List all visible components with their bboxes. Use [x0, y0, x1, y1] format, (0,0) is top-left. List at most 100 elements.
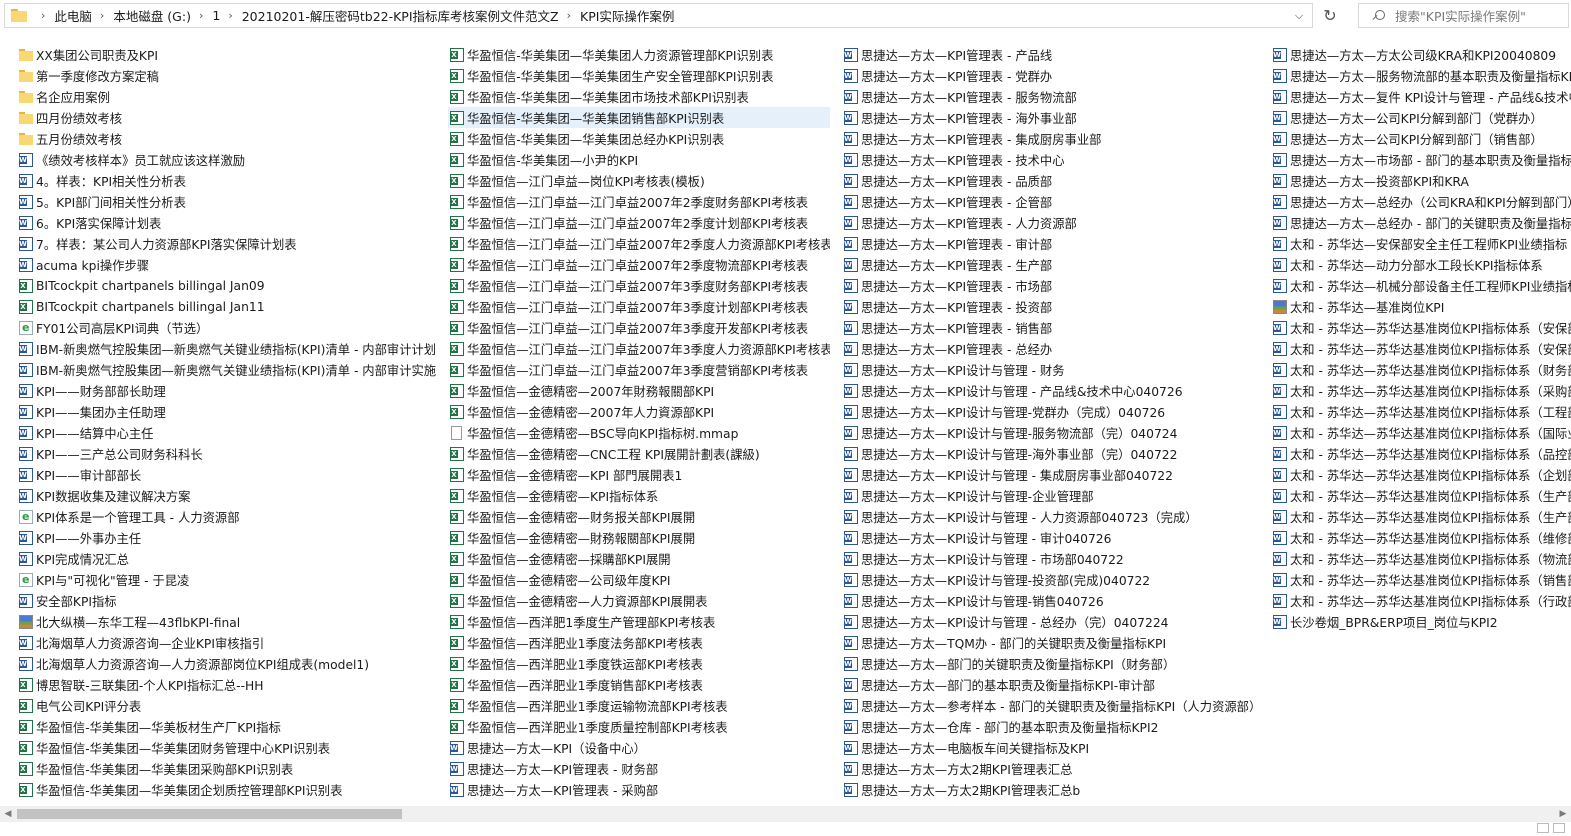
- file-item[interactable]: 思捷达—方太—KPI管理表 - 服务物流部: [842, 86, 1262, 107]
- file-item[interactable]: 思捷达—方太—KPI管理表 - 销售部: [842, 317, 1262, 338]
- file-item[interactable]: KPI数据收集及建议解决方案: [17, 485, 437, 506]
- file-item[interactable]: 太和 - 苏华达—苏华达基准岗位KPI指标体系（安保部）: [1271, 317, 1571, 338]
- file-item[interactable]: 思捷达—方太—方太2期KPI管理表汇总: [842, 758, 1262, 779]
- file-item[interactable]: 太和 - 苏华达—苏华达基准岗位KPI指标体系（行政部）: [1271, 590, 1571, 611]
- file-item[interactable]: 太和 - 苏华达—苏华达基准岗位KPI指标体系（维修部）: [1271, 527, 1571, 548]
- file-item[interactable]: 太和 - 苏华达—苏华达基准岗位KPI指标体系（生产部2）: [1271, 506, 1571, 527]
- file-item[interactable]: 华盈恒信-华美集团—华美集团生产安全管理部KPI识别表: [448, 65, 830, 86]
- file-item[interactable]: 思捷达—方太—KPI设计与管理-投资部(完成)040722: [842, 569, 1262, 590]
- file-item[interactable]: KPI——结算中心主任: [17, 422, 437, 443]
- file-item[interactable]: 华盈恒信—江门卓益—江门卓益2007年3季度人力资源部KPI考核表: [448, 338, 830, 359]
- file-item[interactable]: 思捷达—方太—总经办（公司KRA和KPI分解到部门）: [1271, 191, 1571, 212]
- file-item[interactable]: 思捷达—方太—KPI设计与管理 - 集成厨房事业部040722: [842, 464, 1262, 485]
- file-item[interactable]: 华盈恒信—金德精密—公司级年度KPI: [448, 569, 830, 590]
- file-item[interactable]: 思捷达—方太—公司KPI分解到部门（党群办）: [1271, 107, 1571, 128]
- folder-item[interactable]: 第一季度修改方案定稿: [17, 65, 437, 86]
- chevron-right-icon[interactable]: ›: [567, 9, 571, 22]
- file-item[interactable]: 华盈恒信—金德精密—KPI 部門展開表1: [448, 464, 830, 485]
- file-item[interactable]: 思捷达—方太—电脑板车间关键指标及KPI: [842, 737, 1262, 758]
- file-item[interactable]: 思捷达—方太—复件 KPI设计与管理 - 产品线&技术中心: [1271, 86, 1571, 107]
- file-item[interactable]: 思捷达—方太—部门的基本职责及衡量指标KPI-审计部: [842, 674, 1262, 695]
- file-item[interactable]: 思捷达—方太—KPI管理表 - 总经办: [842, 338, 1262, 359]
- scrollbar-thumb[interactable]: [17, 809, 402, 819]
- chevron-right-icon[interactable]: ›: [41, 9, 45, 22]
- file-item[interactable]: 思捷达—方太—部门的关键职责及衡量指标KPI（财务部）: [842, 653, 1262, 674]
- file-item[interactable]: 思捷达—方太—投资部KPI和KRA: [1271, 170, 1571, 191]
- file-item[interactable]: KPI与"可视化"管理 - 于昆凌: [17, 569, 437, 590]
- file-item[interactable]: 华盈恒信—金德精密—2007年財務報關部KPI: [448, 380, 830, 401]
- file-item[interactable]: KPI——审计部部长: [17, 464, 437, 485]
- file-item[interactable]: 思捷达—方太—KPI管理表 - 品质部: [842, 170, 1262, 191]
- file-item[interactable]: 思捷达—方太—KPI管理表 - 市场部: [842, 275, 1262, 296]
- file-item[interactable]: 思捷达—方太—KPI管理表 - 技术中心: [842, 149, 1262, 170]
- file-item[interactable]: 思捷达—方太—KPI设计与管理-企业管理部: [842, 485, 1262, 506]
- file-item[interactable]: 长沙卷烟_BPR&ERP项目_岗位与KPI2: [1271, 611, 1571, 632]
- file-item[interactable]: 思捷达—方太—KPI管理表 - 投资部: [842, 296, 1262, 317]
- file-item[interactable]: 华盈恒信—江门卓益—江门卓益2007年3季度开发部KPI考核表: [448, 317, 830, 338]
- file-item[interactable]: 思捷达—方太—KPI管理表 - 集成厨房事业部: [842, 128, 1262, 149]
- file-item[interactable]: 太和 - 苏华达—苏华达基准岗位KPI指标体系（物流部）: [1271, 548, 1571, 569]
- file-item[interactable]: BITcockpit chartpanels billingal Jan11: [17, 296, 437, 317]
- file-item[interactable]: 太和 - 苏华达—苏华达基准岗位KPI指标体系（国际业务部）: [1271, 422, 1571, 443]
- file-item[interactable]: 思捷达—方太—KPI管理表 - 采购部: [448, 779, 830, 800]
- folder-item[interactable]: 名企应用案例: [17, 86, 437, 107]
- file-item[interactable]: 华盈恒信—金德精密—财务报关部KPI展開: [448, 506, 830, 527]
- file-item[interactable]: 《绩效考核样本》员工就应该这样激励: [17, 149, 437, 170]
- file-item[interactable]: 博思智联-三联集团-个人KPI指标汇总--HH: [17, 674, 437, 695]
- breadcrumb-this-pc[interactable]: 此电脑: [54, 6, 92, 25]
- file-item[interactable]: 太和 - 苏华达—苏华达基准岗位KPI指标体系（采购部）: [1271, 380, 1571, 401]
- file-item[interactable]: 思捷达—方太—KPI设计与管理 - 产品线&技术中心040726: [842, 380, 1262, 401]
- file-item[interactable]: KPI——财务部部长助理: [17, 380, 437, 401]
- file-item[interactable]: 华盈恒信—江门卓益—江门卓益2007年3季度营销部KPI考核表: [448, 359, 830, 380]
- file-item[interactable]: 北大纵横—东华工程—43flbKPI-final: [17, 611, 437, 632]
- file-item[interactable]: 华盈恒信-华美集团—华美集团市场技术部KPI识别表: [448, 86, 830, 107]
- file-item[interactable]: 思捷达—方太—KPI管理表 - 生产部: [842, 254, 1262, 275]
- file-item[interactable]: 太和 - 苏华达—苏华达基准岗位KPI指标体系（安保部2）: [1271, 338, 1571, 359]
- file-item[interactable]: 华盈恒信—金德精密—財務報關部KPI展開: [448, 527, 830, 548]
- search-input[interactable]: 搜索"KPI实际操作案例": [1358, 3, 1569, 28]
- file-item[interactable]: 安全部KPI指标: [17, 590, 437, 611]
- file-item[interactable]: KPI——集团办主任助理: [17, 401, 437, 422]
- file-item[interactable]: 北海烟草人力资源咨询—企业KPI审核指引: [17, 632, 437, 653]
- chevron-right-icon[interactable]: ›: [100, 9, 104, 22]
- file-item[interactable]: 思捷达—方太—KPI管理表 - 产品线: [842, 44, 1262, 65]
- file-item[interactable]: 思捷达—方太—KPI设计与管理 - 人力资源部040723（完成）: [842, 506, 1262, 527]
- file-item[interactable]: 思捷达—方太—市场部 - 部门的基本职责及衡量指标KPI: [1271, 149, 1571, 170]
- address-dropdown-icon[interactable]: ⌵: [1286, 4, 1312, 27]
- file-item[interactable]: 思捷达—方太—KPI管理表 - 财务部: [448, 758, 830, 779]
- file-item[interactable]: 思捷达—方太—参考样本 - 部门的关键职责及衡量指标KPI（人力资源部）: [842, 695, 1262, 716]
- refresh-button[interactable]: ↻: [1316, 3, 1344, 28]
- file-item[interactable]: 华盈恒信-华美集团—华美集团总经办KPI识别表: [448, 128, 830, 149]
- file-item[interactable]: 太和 - 苏华达—动力分部水工段长KPI指标体系: [1271, 254, 1571, 275]
- file-item[interactable]: 华盈恒信—江门卓益—江门卓益2007年2季度物流部KPI考核表: [448, 254, 830, 275]
- file-item[interactable]: 思捷达—方太—服务物流部的基本职责及衡量指标KPI: [1271, 65, 1571, 86]
- file-item[interactable]: 华盈恒信—江门卓益—江门卓益2007年3季度财务部KPI考核表: [448, 275, 830, 296]
- file-item[interactable]: 思捷达—方太—KPI设计与管理-党群办（完成）040726: [842, 401, 1262, 422]
- breadcrumb-folder-2[interactable]: 20210201-解压密码tb22-KPI指标库考核案例文件范文Z: [242, 6, 559, 25]
- file-item[interactable]: 华盈恒信—江门卓益—江门卓益2007年2季度计划部KPI考核表: [448, 212, 830, 233]
- file-item[interactable]: 华盈恒信-华美集团—华美集团销售部KPI识别表: [448, 107, 830, 128]
- file-item[interactable]: 华盈恒信-华美集团—华美集团人力资源管理部KPI识别表: [448, 44, 830, 65]
- file-item[interactable]: 思捷达—方太—KPI管理表 - 党群办: [842, 65, 1262, 86]
- file-item[interactable]: 华盈恒信—西洋肥业1季度铁运部KPI考核表: [448, 653, 830, 674]
- file-item[interactable]: 思捷达—方太—方太2期KPI管理表汇总b: [842, 779, 1262, 800]
- file-item[interactable]: 华盈恒信—金德精密—KPI指标体系: [448, 485, 830, 506]
- large-icons-view-icon[interactable]: [1553, 823, 1565, 833]
- file-item[interactable]: KPI体系是一个管理工具 - 人力资源部: [17, 506, 437, 527]
- file-item[interactable]: 太和 - 苏华达—安保部安全主任工程师KPI业绩指标: [1271, 233, 1571, 254]
- file-item[interactable]: 华盈恒信—江门卓益—岗位KPI考核表(模板): [448, 170, 830, 191]
- file-item[interactable]: 太和 - 苏华达—苏华达基准岗位KPI指标体系（销售部）: [1271, 569, 1571, 590]
- address-bar[interactable]: › 此电脑 › 本地磁盘 (G:) › 1 › 20210201-解压密码tb2…: [4, 3, 1313, 28]
- file-item[interactable]: 思捷达—方太—KPI管理表 - 人力资源部: [842, 212, 1262, 233]
- file-item[interactable]: 华盈恒信-华美集团—华美集团企划质控管理部KPI识别表: [17, 779, 437, 800]
- horizontal-scrollbar[interactable]: ◀ ▶: [0, 806, 1571, 822]
- file-item[interactable]: 思捷达—方太—KPI设计与管理 - 财务: [842, 359, 1262, 380]
- file-item[interactable]: 思捷达—方太—公司KPI分解到部门（销售部）: [1271, 128, 1571, 149]
- scroll-left-icon[interactable]: ◀: [0, 806, 16, 822]
- file-item[interactable]: 思捷达—方太—方太公司级KRA和KPI20040809: [1271, 44, 1571, 65]
- file-item[interactable]: 华盈恒信—西洋肥业1季度质量控制部KPI考核表: [448, 716, 830, 737]
- file-item[interactable]: 思捷达—方太—TQM办 - 部门的关键职责及衡量指标KPI: [842, 632, 1262, 653]
- file-item[interactable]: 4。样表：KPI相关性分析表: [17, 170, 437, 191]
- file-item[interactable]: 华盈恒信—金德精密—2007年人力資源部KPI: [448, 401, 830, 422]
- file-item[interactable]: 思捷达—方太—KPI设计与管理 - 审计040726: [842, 527, 1262, 548]
